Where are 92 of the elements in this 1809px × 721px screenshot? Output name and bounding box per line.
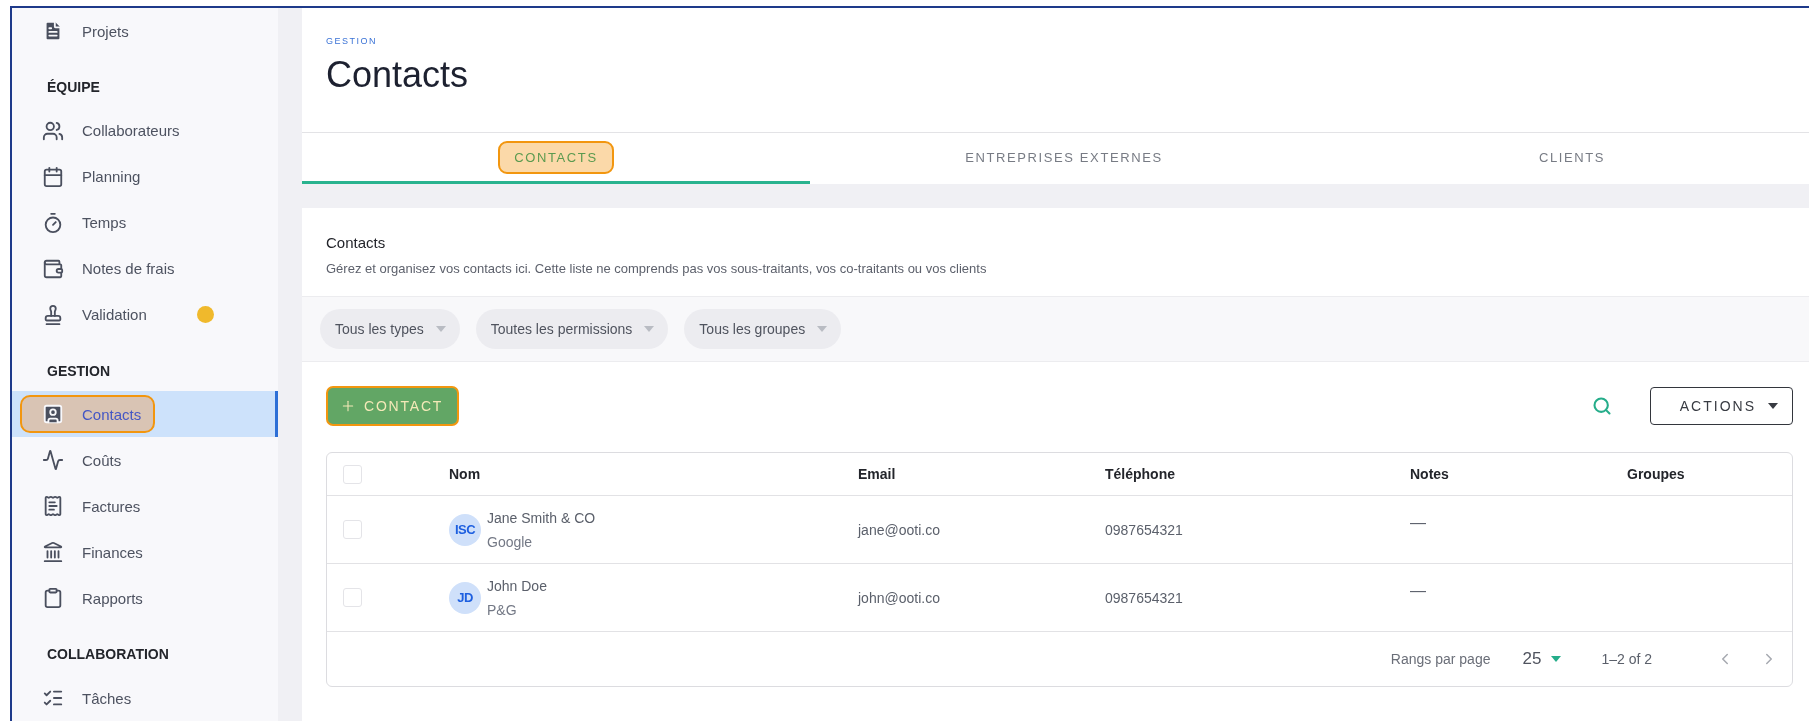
sidebar-label: Rapports (82, 589, 143, 607)
sidebar-label: Finances (82, 543, 143, 561)
column-header: Téléphone (1105, 466, 1176, 482)
contact-name: John Doe (487, 577, 547, 594)
caret-icon (1768, 403, 1778, 409)
caret-icon (1551, 656, 1562, 662)
sidebar-item[interactable]: Factures (12, 483, 278, 530)
sidebar-item[interactable]: Contacts (12, 391, 278, 438)
sidebar-label: Factures (82, 497, 141, 515)
tab-label: CLIENTS (1537, 148, 1607, 167)
search-button[interactable] (1592, 396, 1612, 416)
caret-icon (644, 326, 655, 332)
sidebar-heading: COLLABORATION (46, 645, 170, 665)
phone-cell-text: 0987654321 (1105, 521, 1184, 538)
company-name: P&G (487, 601, 518, 618)
calendar-icon (42, 165, 64, 188)
trend-line-icon (42, 449, 64, 472)
sidebar-heading: GESTION (46, 361, 111, 381)
sidebar-item[interactable]: Planning (12, 153, 278, 200)
column-header: Nom (449, 466, 482, 482)
plus-icon (340, 398, 356, 414)
highlighted-link[interactable]: Notes de frais (20, 249, 189, 288)
column-header: Email (858, 466, 897, 482)
checkbox[interactable] (343, 464, 362, 484)
highlighted-link[interactable]: Rapports (20, 579, 157, 618)
contact-card-icon (42, 403, 64, 426)
column-header: Groupes (1627, 466, 1686, 482)
highlighted-link[interactable]: Tâches (20, 679, 146, 717)
sidebar-item[interactable]: Tâches (12, 675, 278, 721)
notes-cell-text: — (1410, 513, 1427, 532)
highlighted-link[interactable]: Finances (20, 533, 157, 572)
highlighted-link[interactable]: Collaborateurs (20, 111, 194, 150)
sidebar-item[interactable]: Notes de frais (12, 245, 278, 292)
sidebar-label: Contacts (82, 405, 142, 423)
email-cell-text: john@ooti.co (858, 589, 941, 606)
sidebar-item[interactable]: Coûts (12, 437, 278, 484)
company-name: Google (487, 533, 534, 550)
caret-icon (435, 326, 446, 332)
receipt-icon (42, 495, 64, 518)
contact-name: Jane Smith & CO (487, 509, 596, 526)
highlighted-link[interactable]: Planning (20, 157, 155, 196)
rows-per-page-label: Rangs par page (1390, 651, 1491, 667)
phone-cell-text: 0987654321 (1105, 589, 1184, 606)
highlighted-link[interactable]: Factures (20, 487, 155, 526)
sidebar-label: Tâches (82, 689, 132, 707)
actions-button[interactable]: ACTIONS (1650, 387, 1793, 425)
page-title: Contacts (326, 54, 470, 96)
caret-icon (817, 326, 828, 332)
checkbox[interactable] (343, 588, 362, 607)
avatar: ISC (449, 513, 481, 546)
tab[interactable]: ENTREPRISES EXTERNES (810, 133, 1318, 184)
sidebar-label: Coûts (82, 451, 122, 469)
sidebar-item[interactable]: Collaborateurs (12, 107, 278, 154)
sidebar-label: Collaborateurs (82, 122, 180, 140)
highlighted-link[interactable]: Contacts (20, 395, 156, 434)
sidebar-label: Validation (82, 306, 147, 324)
sidebar-item[interactable]: Temps (12, 199, 278, 246)
wallet-icon (42, 257, 64, 280)
clipboard-icon (42, 587, 64, 610)
sidebar-item[interactable]: Finances (12, 529, 278, 576)
email-cell-text: jane@ooti.co (858, 521, 941, 538)
sidebar-heading: ÉQUIPE (46, 77, 101, 97)
highlighted-link[interactable]: Projets (20, 12, 143, 50)
stamp-icon (42, 303, 64, 326)
avatar: JD (449, 581, 481, 614)
people-icon (42, 119, 64, 142)
sidebar-label: Notes de frais (82, 260, 175, 278)
tab-label: CONTACTS (498, 140, 614, 174)
filter-dropdown[interactable]: Tous les groupes (684, 309, 842, 349)
sidebar-item[interactable]: Rapports (12, 575, 278, 622)
card-title: Contacts (326, 234, 387, 251)
highlighted-link[interactable]: Coûts (20, 441, 136, 480)
sidebar-item[interactable]: Projets (12, 8, 278, 54)
filter-dropdown[interactable]: Toutes les permissions (475, 309, 669, 349)
page-range: 1–2 of 2 (1601, 651, 1652, 667)
stopwatch-icon (42, 211, 64, 234)
notes-cell-text: — (1410, 581, 1427, 600)
filter-dropdown[interactable]: Tous les types (320, 309, 460, 349)
card-description: Gérez et organisez vos contacts ici. Cette liste ne comprends pas vos sous-traitants, vos co-traitants ou vos clients (326, 261, 988, 276)
tab[interactable]: CLIENTS (1318, 133, 1809, 184)
breadcrumb: GESTION (326, 36, 378, 46)
highlighted-link[interactable]: Validation (20, 295, 161, 334)
sidebar-label: Projets (82, 22, 129, 40)
rows-per-page-select[interactable]: 25 (1522, 649, 1562, 669)
sidebar-label: Temps (82, 214, 127, 232)
column-header: Notes (1410, 466, 1450, 482)
bank-icon (42, 541, 64, 564)
tab-label: ENTREPRISES EXTERNES (964, 148, 1164, 167)
sidebar-item[interactable]: Validation (12, 291, 278, 338)
sidebar-label: Planning (82, 168, 141, 186)
checkbox[interactable] (343, 520, 362, 539)
highlighted-link[interactable]: Temps (20, 203, 141, 242)
